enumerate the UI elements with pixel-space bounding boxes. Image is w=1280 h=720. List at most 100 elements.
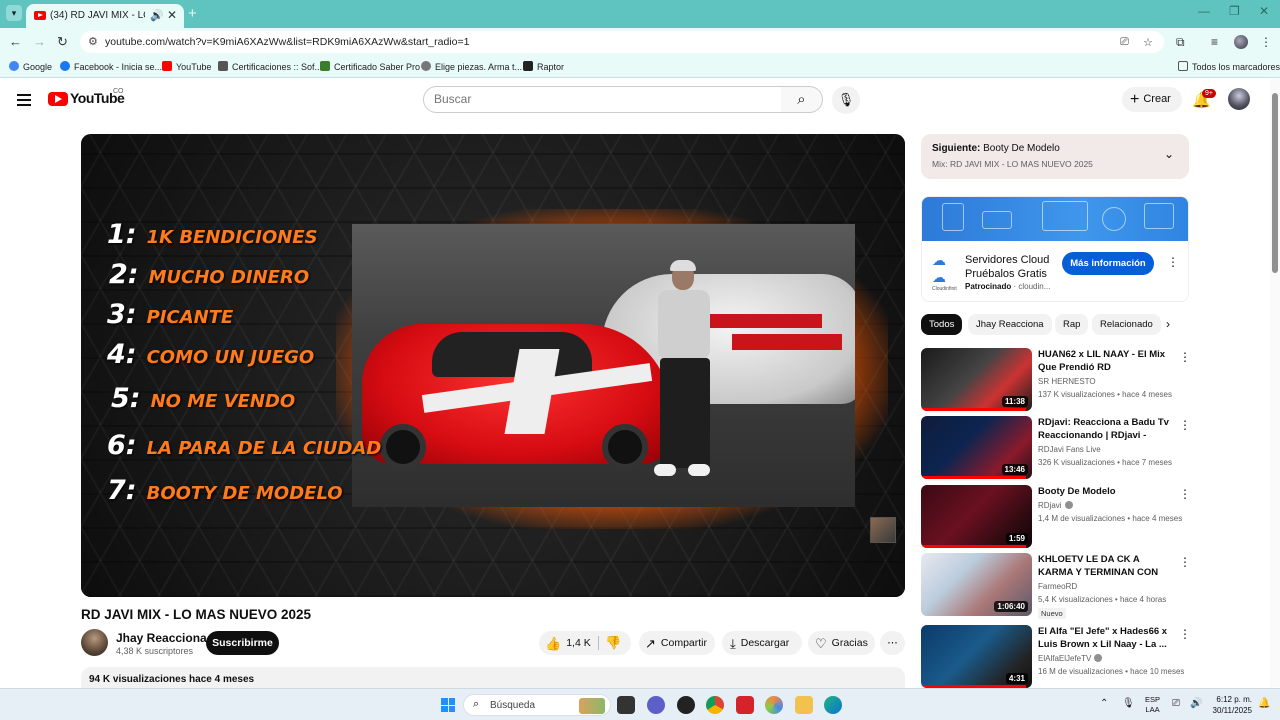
back-icon[interactable]: ←: [9, 34, 22, 49]
more-options-icon[interactable]: ⋮: [1179, 418, 1191, 432]
bookmark-certificaciones[interactable]: Certificaciones :: Sof...: [218, 61, 322, 72]
browser-menu-icon[interactable]: ⋮: [1260, 35, 1272, 49]
search-icon: ⌕: [797, 91, 806, 108]
recommendation-item[interactable]: 11:38 HUAN62 x LIL NAAY - El Mix Que Pre…: [921, 348, 1191, 412]
tab-audio-icon[interactable]: 🔊: [150, 9, 164, 22]
recommendation-channel: ElAlfaElJefeTV: [1038, 654, 1103, 663]
chat-app-icon[interactable]: [647, 696, 665, 714]
profile-avatar[interactable]: [1234, 35, 1248, 49]
taskbar-search[interactable]: ⌕ Búsqueda: [463, 694, 611, 716]
like-button[interactable]: 👍 1,4 K: [545, 631, 591, 656]
reload-icon[interactable]: ↻: [57, 34, 68, 50]
minimize-icon[interactable]: —: [1198, 4, 1210, 18]
share-button[interactable]: ↗ Compartir: [639, 631, 715, 655]
forward-icon[interactable]: →: [33, 34, 46, 49]
window-close-icon[interactable]: ✕: [1259, 4, 1269, 18]
chevron-right-icon[interactable]: ›: [1166, 317, 1170, 331]
tray-chevron-up-icon[interactable]: ⌃: [1100, 698, 1108, 709]
voice-search-button[interactable]: 🎙: [832, 86, 860, 114]
ad-sponsor-line: Patrocinado · cloudin...: [965, 282, 1051, 291]
more-options-icon[interactable]: ⋮: [1179, 487, 1191, 501]
taskbar-search-label: Búsqueda: [490, 700, 536, 711]
tray-mic-icon[interactable]: 🎙: [1122, 698, 1135, 709]
subscribe-button[interactable]: Suscribirme: [206, 631, 279, 655]
track-item-3: 3: PICANTE: [107, 299, 234, 330]
watch-progress: [921, 476, 1027, 479]
chevron-down-icon[interactable]: ⌄: [1164, 147, 1174, 161]
chip-todos[interactable]: Todos: [921, 314, 963, 335]
acrobat-icon[interactable]: [736, 696, 754, 714]
video-thumbnail: 1:06:40: [921, 553, 1032, 616]
volume-icon[interactable]: 🔊: [1190, 698, 1202, 709]
scrollbar-thumb[interactable]: [1272, 93, 1278, 273]
task-view-icon[interactable]: [617, 696, 635, 714]
bookmark-raptor[interactable]: Raptor: [523, 61, 564, 72]
system-clock[interactable]: 6:12 p. m. 30/11/2025: [1208, 694, 1252, 716]
bookmark-piezas[interactable]: Elige piezas. Arma t...: [421, 61, 522, 72]
recommendation-item[interactable]: 13:46 RDjavi: Reacciona a Badu Tv Reacci…: [921, 416, 1191, 480]
search-button[interactable]: ⌕: [781, 86, 823, 113]
recommendation-item[interactable]: 1:06:40 KHLOETV LE DA CK A KARMA Y TERMI…: [921, 553, 1191, 619]
media-control-icon[interactable]: ≡: [1211, 35, 1218, 49]
bookmark-facebook[interactable]: Facebook - Inicia se...: [60, 61, 162, 72]
thanks-button[interactable]: ♡ Gracias: [808, 631, 875, 655]
microphone-icon: 🎙: [837, 92, 855, 107]
chip-rap[interactable]: Rap: [1055, 314, 1089, 335]
thumbs-down-icon[interactable]: 👎: [605, 631, 621, 655]
search-input[interactable]: [434, 92, 754, 106]
address-bar[interactable]: ⚙ youtube.com/watch?v=K9miA6XAzWw&list=R…: [80, 31, 1164, 53]
all-bookmarks[interactable]: Todos los marcadores: [1178, 61, 1280, 72]
chrome-icon[interactable]: [706, 696, 724, 714]
site-info-icon[interactable]: ⚙: [88, 35, 98, 48]
language-indicator[interactable]: ESP LAA: [1145, 695, 1160, 715]
video-player[interactable]: 1: 1K BENDICIONES 2: MUCHO DINERO 3: PICANT…: [81, 134, 905, 597]
youtube-logo-icon[interactable]: [48, 92, 68, 106]
copilot-icon[interactable]: [765, 696, 783, 714]
advertiser-logo-icon: ☁☁ Cloudinfinit: [932, 252, 957, 292]
user-avatar[interactable]: [1228, 88, 1250, 110]
chip-jhay-reacciona[interactable]: Jhay Reacciona: [968, 314, 1052, 335]
notifications-icon[interactable]: 🔔: [1258, 698, 1270, 709]
search-box[interactable]: [423, 86, 782, 113]
edge-icon[interactable]: [824, 696, 842, 714]
network-icon[interactable]: ⎚: [1172, 698, 1180, 709]
bookmark-saber-pro[interactable]: Certificado Saber Pro: [320, 61, 420, 72]
app-icon[interactable]: [677, 696, 695, 714]
channel-name[interactable]: Jhay Reacciona: [116, 631, 207, 645]
channel-watermark[interactable]: [870, 517, 896, 543]
browser-tab-active[interactable]: (34) RD JAVI MIX - LO MAS 🔊 ✕: [26, 4, 184, 28]
recommendation-title: El Alfa "El Jefe" x Hades66 x Luis Brown…: [1038, 626, 1168, 650]
file-explorer-icon[interactable]: [795, 696, 813, 714]
sponsored-ad[interactable]: ☁☁ Cloudinfinit Servidores Cloud Pruébalo…: [921, 196, 1189, 302]
ad-title: Servidores Cloud Pruébalos Gratis: [965, 254, 1050, 280]
video-thumbnail: 11:38: [921, 348, 1032, 411]
playlist-next-card[interactable]: Siguiente: Booty De Modelo Mix: RD JAVI …: [921, 134, 1189, 179]
chip-relacionado[interactable]: Relacionado: [1092, 314, 1161, 335]
menu-icon[interactable]: [17, 94, 31, 106]
windows-start-icon[interactable]: [441, 698, 455, 712]
tab-search-dropdown[interactable]: ▾: [6, 5, 22, 21]
bookmark-star-icon[interactable]: ☆: [1143, 36, 1153, 49]
more-options-icon[interactable]: ⋮: [1179, 350, 1191, 364]
maximize-icon[interactable]: ❐: [1229, 4, 1240, 18]
extensions-icon[interactable]: ⧉: [1176, 35, 1185, 50]
bookmark-google[interactable]: Google: [9, 61, 52, 72]
cast-icon[interactable]: ⎚: [1120, 36, 1129, 49]
tab-close-icon[interactable]: ✕: [167, 8, 177, 22]
download-button[interactable]: ⤓ Descargar: [722, 631, 802, 655]
channel-avatar[interactable]: [81, 629, 108, 656]
recommendation-channel: FarmeoRD: [1038, 582, 1078, 591]
more-actions-icon[interactable]: ⋯: [880, 631, 905, 655]
ad-cta-button[interactable]: Más información: [1062, 252, 1154, 275]
new-tab-icon[interactable]: +: [188, 5, 197, 22]
recommendation-item[interactable]: 4:31 El Alfa "El Jefe" x Hades66 x Luis …: [921, 625, 1191, 689]
create-button[interactable]: + Crear: [1122, 87, 1182, 112]
page-scrollbar[interactable]: [1270, 79, 1280, 687]
recommendation-title: KHLOETV LE DA CK A KARMA Y TERMINAN CON …: [1038, 554, 1159, 578]
recommendation-item[interactable]: 1:59 Booty De Modelo RDjavi 1,4 M de vis…: [921, 485, 1191, 549]
bookmark-youtube[interactable]: YouTube: [162, 61, 211, 72]
more-options-icon[interactable]: ⋮: [1179, 627, 1191, 641]
ad-more-icon[interactable]: ⋮: [1167, 255, 1179, 269]
more-options-icon[interactable]: ⋮: [1179, 555, 1191, 569]
verified-icon: [1064, 501, 1073, 509]
